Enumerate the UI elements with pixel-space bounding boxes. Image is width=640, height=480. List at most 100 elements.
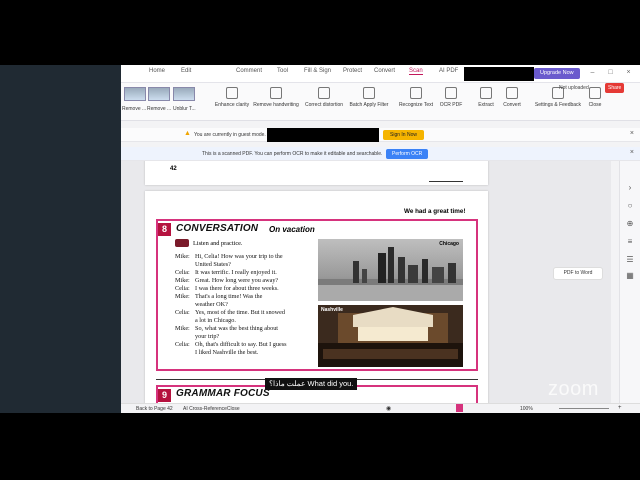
speaker: Celia: bbox=[175, 285, 190, 292]
dialogue-line: Mike: Hi, Celia! How was your trip to the bbox=[175, 253, 320, 261]
line-text: Oh, that's difficult to say. But I guess bbox=[195, 341, 287, 348]
enhance-clarity-button[interactable]: Enhance clarity bbox=[214, 85, 250, 108]
speaker bbox=[175, 261, 195, 269]
photo-label-chicago: Chicago bbox=[439, 241, 459, 247]
dialogue-line: weather OK? bbox=[175, 301, 320, 309]
close-icon bbox=[589, 87, 601, 99]
line-text: I was there for about three weeks. bbox=[195, 285, 279, 292]
back-to-page-link[interactable]: Back to Page 42 bbox=[136, 406, 173, 412]
speaker: Mike: bbox=[175, 325, 190, 332]
section-title: CONVERSATION bbox=[176, 223, 259, 234]
speaker: Mike: bbox=[175, 253, 190, 260]
tab-protect[interactable]: Protect bbox=[343, 68, 362, 74]
screen: Home Edit Comment Tool Fill & Sign Prote… bbox=[0, 0, 640, 480]
maximize-icon[interactable]: □ bbox=[606, 68, 615, 77]
sign-in-button[interactable]: Sign In Now bbox=[383, 130, 424, 140]
tab-convert[interactable]: Convert bbox=[374, 68, 395, 74]
close-notice-icon[interactable]: × bbox=[630, 130, 634, 137]
remove-handwriting-button[interactable]: Remove handwriting bbox=[252, 85, 300, 108]
guest-mode-text: You are currently in guest mode. bbox=[194, 132, 266, 138]
view-icon[interactable]: ◉ bbox=[386, 405, 391, 412]
section-title: GRAMMAR FOCUS bbox=[176, 388, 270, 399]
tab-edit[interactable]: Edit bbox=[181, 68, 191, 74]
share-button[interactable]: Share bbox=[605, 83, 625, 93]
ai-icon[interactable]: ⊕ bbox=[625, 219, 635, 229]
speaker: Celia: bbox=[175, 309, 190, 316]
thumb-label-1: Remove ... bbox=[122, 106, 147, 112]
chicago-skyline bbox=[318, 247, 463, 301]
dialogue-line: Celia: Yes, most of the time. But it snow… bbox=[175, 309, 320, 317]
eraser-icon bbox=[270, 87, 282, 99]
section-number: 9 bbox=[158, 389, 171, 402]
ocr-icon bbox=[445, 87, 457, 99]
upgrade-button[interactable]: Upgrade Now bbox=[534, 68, 580, 79]
zoom-level[interactable]: 100% bbox=[520, 406, 533, 412]
line-text: Hi, Celia! How was your trip to the bbox=[195, 253, 283, 260]
settings-icon[interactable]: ≡ bbox=[625, 237, 635, 247]
image-icon bbox=[226, 87, 238, 99]
collapse-icon[interactable]: › bbox=[625, 183, 635, 193]
close-ocr-notice-icon[interactable]: × bbox=[630, 149, 634, 156]
tab-fill-sign[interactable]: Fill & Sign bbox=[304, 68, 331, 74]
line-text: I liked Nashville the best. bbox=[195, 349, 259, 356]
dialogue-line: Celia: It was terrific. I really enjoyed … bbox=[175, 269, 320, 277]
tab-scan[interactable]: Scan bbox=[409, 68, 423, 75]
warning-icon: ▲ bbox=[184, 130, 191, 137]
recognize-text-button[interactable]: Recognize Text bbox=[397, 85, 435, 108]
dialogue-line: Mike: So, what was the best thing about bbox=[175, 325, 320, 333]
thumb-label-2: Remove ... bbox=[147, 106, 172, 112]
vertical-scrollbar[interactable] bbox=[609, 245, 611, 413]
line-text: That's a long time! Was the bbox=[195, 293, 263, 300]
tab-comment[interactable]: Comment bbox=[236, 68, 262, 74]
zoom-watermark: zoom bbox=[548, 378, 599, 400]
speaker: Celia: bbox=[175, 341, 190, 348]
line-text: So, what was the best thing about bbox=[195, 325, 279, 332]
speaker bbox=[175, 301, 195, 309]
filter-thumbnail-3[interactable] bbox=[173, 87, 195, 101]
perform-ocr-button[interactable]: Perform OCR bbox=[386, 149, 429, 159]
tab-tool[interactable]: Tool bbox=[277, 68, 288, 74]
dialogue-line: your trip? bbox=[175, 333, 320, 341]
convert-button[interactable]: Convert bbox=[500, 85, 524, 108]
close-window-icon[interactable]: × bbox=[624, 68, 633, 77]
minimize-icon[interactable]: – bbox=[588, 68, 597, 77]
page-nav-icon[interactable] bbox=[456, 404, 463, 412]
live-caption: عملت ماذا؟ What did you. bbox=[265, 378, 358, 390]
ocr-notice-text: This is a scanned PDF. You can perform O… bbox=[202, 151, 383, 157]
document-canvas[interactable]: 42 We had a great time! 8 CONVERSATION O… bbox=[121, 161, 611, 413]
crop-icon bbox=[318, 87, 330, 99]
zoom-slider[interactable] bbox=[559, 408, 609, 409]
pdf-to-word-button[interactable]: PDF to Word bbox=[553, 267, 603, 280]
layout-icon[interactable]: ▦ bbox=[625, 271, 635, 281]
audio-cd-icon[interactable] bbox=[175, 239, 189, 247]
redaction-block bbox=[267, 128, 379, 142]
ocr-pdf-button[interactable]: OCR PDF bbox=[439, 85, 463, 108]
filter-thumbnail-2[interactable] bbox=[148, 87, 170, 101]
dialogue-line: Mike: That's a long time! Was the bbox=[175, 293, 320, 301]
line-text: your trip? bbox=[195, 333, 220, 340]
nashville-photo: Nashville bbox=[318, 305, 463, 367]
footer-rule bbox=[429, 181, 463, 182]
convert-icon bbox=[506, 87, 518, 99]
speaker bbox=[175, 317, 195, 325]
previous-page: 42 bbox=[145, 161, 488, 185]
extract-button[interactable]: Extract bbox=[475, 85, 497, 108]
right-sidebar: › ○ ⊕ ≡ ☰ ▦ bbox=[619, 161, 640, 403]
layers-icon bbox=[363, 87, 375, 99]
correct-distortion-button[interactable]: Correct distortion bbox=[303, 85, 345, 108]
sliders-icon[interactable]: ☰ bbox=[625, 255, 635, 265]
info-icon[interactable]: ○ bbox=[625, 201, 635, 211]
filter-thumbnail-1[interactable] bbox=[124, 87, 146, 101]
pdf-app-window: Home Edit Comment Tool Fill & Sign Prote… bbox=[121, 65, 640, 413]
line-text: It was terrific. I really enjoyed it. bbox=[195, 269, 277, 276]
instruction: Listen and practice. bbox=[193, 240, 243, 247]
line-text: Great. How long were you away? bbox=[195, 277, 279, 284]
dialogue-line: Celia: Oh, that's difficult to say. But I… bbox=[175, 341, 320, 349]
line-text: a lot in Chicago. bbox=[195, 317, 236, 324]
batch-apply-filter-button[interactable]: Batch Apply Filter bbox=[347, 85, 391, 108]
zoom-in-icon[interactable]: + bbox=[618, 405, 622, 411]
dialogue: Mike: Hi, Celia! How was your trip to the… bbox=[175, 253, 320, 357]
ai-cross-reference[interactable]: AI Cross-ReferenceClose bbox=[183, 406, 240, 412]
tab-ai-pdf[interactable]: AI PDF bbox=[439, 68, 458, 74]
tab-home[interactable]: Home bbox=[149, 68, 165, 74]
